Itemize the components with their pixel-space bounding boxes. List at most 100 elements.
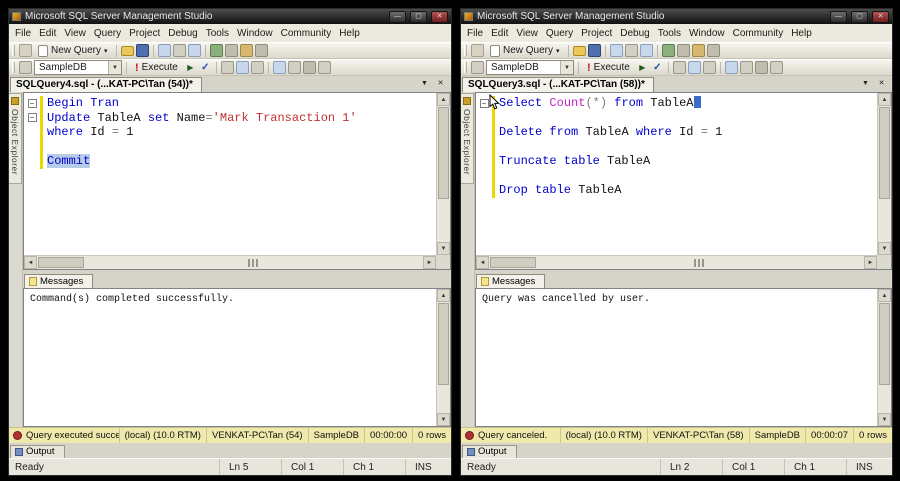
- menu-help[interactable]: Help: [335, 26, 364, 41]
- connect-icon[interactable]: [19, 44, 32, 57]
- toolbar-icon[interactable]: [317, 61, 331, 74]
- scrollbar-thumb[interactable]: [879, 107, 890, 199]
- toolbar-icon[interactable]: [235, 61, 249, 74]
- sql-editor[interactable]: − Select Count(*) from TableA Delete from …: [475, 92, 892, 270]
- tab-list-dropdown-icon[interactable]: ▼: [859, 77, 872, 89]
- toolbar-icon[interactable]: [224, 44, 238, 57]
- toolbar-icon[interactable]: [661, 44, 675, 57]
- title-bar[interactable]: Microsoft SQL Server Management Studio —…: [9, 9, 451, 24]
- output-tab[interactable]: Output: [10, 445, 65, 458]
- new-query-button[interactable]: New Query ▾: [34, 44, 112, 58]
- document-tab[interactable]: SQLQuery3.sql - (...KAT-PC\Tan (58))*: [462, 77, 654, 92]
- scroll-down-icon[interactable]: ▼: [437, 242, 450, 255]
- messages-tab[interactable]: Messages: [24, 274, 94, 288]
- editor-horizontal-scrollbar[interactable]: ◄ ►: [476, 255, 877, 269]
- close-button[interactable]: ✕: [431, 10, 448, 23]
- combo-dropdown-icon[interactable]: ▼: [560, 61, 573, 74]
- scroll-right-icon[interactable]: ►: [864, 256, 877, 269]
- toolbar-icon[interactable]: [172, 44, 186, 57]
- code-line[interactable]: − Update TableA set Name='Mark Transactio…: [24, 110, 436, 126]
- toolbar-icon[interactable]: [769, 61, 783, 74]
- toolbar-icon[interactable]: [624, 44, 638, 57]
- available-databases-icon[interactable]: [19, 61, 32, 74]
- toolbar-grip[interactable]: [464, 62, 467, 73]
- scroll-up-icon[interactable]: ▲: [878, 289, 891, 302]
- toolbar-icon[interactable]: [157, 44, 171, 57]
- toolbar-icon[interactable]: [672, 61, 686, 74]
- execute-button[interactable]: ! Execute: [131, 61, 182, 75]
- toolbar-icon[interactable]: [239, 44, 253, 57]
- fold-toggle-icon[interactable]: −: [24, 111, 40, 126]
- debug-play-icon[interactable]: ▶: [184, 61, 197, 74]
- toolbar-icon[interactable]: [209, 44, 223, 57]
- toolbar-icon[interactable]: [187, 44, 201, 57]
- menu-file[interactable]: File: [463, 26, 487, 41]
- combo-dropdown-icon[interactable]: ▼: [108, 61, 121, 74]
- fold-toggle-icon[interactable]: −: [24, 96, 40, 111]
- maximize-button[interactable]: ▢: [410, 10, 427, 23]
- menu-view[interactable]: View: [60, 26, 90, 41]
- code-line[interactable]: [476, 139, 877, 154]
- editor-vertical-scrollbar[interactable]: ▲ ▼: [436, 93, 450, 255]
- toolbar-icon[interactable]: [272, 61, 286, 74]
- connect-icon[interactable]: [471, 44, 484, 57]
- parse-check-icon[interactable]: ✓: [651, 61, 664, 74]
- toolbar-icon[interactable]: [287, 61, 301, 74]
- scroll-up-icon[interactable]: ▲: [878, 93, 891, 106]
- object-explorer-tab[interactable]: Object Explorer: [9, 93, 22, 185]
- minimize-button[interactable]: —: [830, 10, 847, 23]
- menu-project[interactable]: Project: [577, 26, 616, 41]
- splitter-grip-icon[interactable]: [694, 258, 706, 267]
- scroll-right-icon[interactable]: ►: [423, 256, 436, 269]
- toolbar-grip[interactable]: [12, 45, 15, 56]
- messages-pane[interactable]: Command(s) completed successfully. ▲ ▼: [23, 288, 451, 427]
- messages-scrollbar[interactable]: ▲ ▼: [877, 289, 891, 426]
- menu-community[interactable]: Community: [277, 26, 336, 41]
- scrollbar-thumb[interactable]: [438, 107, 449, 199]
- sql-editor[interactable]: − Begin Tran − Update TableA set Name='Mark…: [23, 92, 451, 270]
- menu-query[interactable]: Query: [542, 26, 577, 41]
- menu-help[interactable]: Help: [787, 26, 816, 41]
- close-button[interactable]: ✕: [872, 10, 889, 23]
- open-file-icon[interactable]: [572, 45, 586, 56]
- toolbar-icon[interactable]: [676, 44, 690, 57]
- scroll-left-icon[interactable]: ◄: [24, 256, 37, 269]
- menu-debug[interactable]: Debug: [164, 26, 201, 41]
- save-icon[interactable]: [587, 44, 601, 57]
- splitter-grip-icon[interactable]: [247, 258, 260, 267]
- toolbar-grip[interactable]: [12, 62, 15, 73]
- toolbar-icon[interactable]: [254, 44, 268, 57]
- parse-check-icon[interactable]: ✓: [199, 61, 212, 74]
- scrollbar-thumb[interactable]: [38, 257, 84, 268]
- toolbar-icon[interactable]: [639, 44, 653, 57]
- database-combobox[interactable]: SampleDB ▼: [486, 60, 574, 75]
- debug-play-icon[interactable]: ▶: [636, 61, 649, 74]
- document-tab[interactable]: SQLQuery4.sql - (...KAT-PC\Tan (54))*: [10, 77, 202, 92]
- scroll-down-icon[interactable]: ▼: [878, 413, 891, 426]
- menu-project[interactable]: Project: [125, 26, 164, 41]
- available-databases-icon[interactable]: [471, 61, 484, 74]
- code-area[interactable]: − Begin Tran − Update TableA set Name='Mark…: [24, 93, 436, 255]
- title-bar[interactable]: Microsoft SQL Server Management Studio —…: [461, 9, 892, 24]
- code-line[interactable]: [476, 110, 877, 125]
- menu-query[interactable]: Query: [90, 26, 125, 41]
- code-area[interactable]: − Select Count(*) from TableA Delete from …: [476, 93, 877, 255]
- maximize-button[interactable]: ▢: [851, 10, 868, 23]
- scroll-up-icon[interactable]: ▲: [437, 93, 450, 106]
- toolbar-icon[interactable]: [724, 61, 738, 74]
- menu-window[interactable]: Window: [685, 26, 729, 41]
- menu-edit[interactable]: Edit: [35, 26, 60, 41]
- minimize-button[interactable]: —: [389, 10, 406, 23]
- toolbar-icon[interactable]: [250, 61, 264, 74]
- new-query-button[interactable]: New Query ▾: [486, 44, 564, 58]
- menu-file[interactable]: File: [11, 26, 35, 41]
- toolbar-grip[interactable]: [464, 45, 467, 56]
- code-line[interactable]: [24, 139, 436, 154]
- scroll-up-icon[interactable]: ▲: [437, 289, 450, 302]
- output-tab[interactable]: Output: [462, 445, 517, 458]
- execute-button[interactable]: ! Execute: [583, 61, 634, 75]
- menu-edit[interactable]: Edit: [487, 26, 512, 41]
- code-line[interactable]: where Id = 1: [24, 125, 436, 140]
- tab-close-icon[interactable]: ✕: [434, 77, 447, 89]
- messages-tab[interactable]: Messages: [476, 274, 546, 288]
